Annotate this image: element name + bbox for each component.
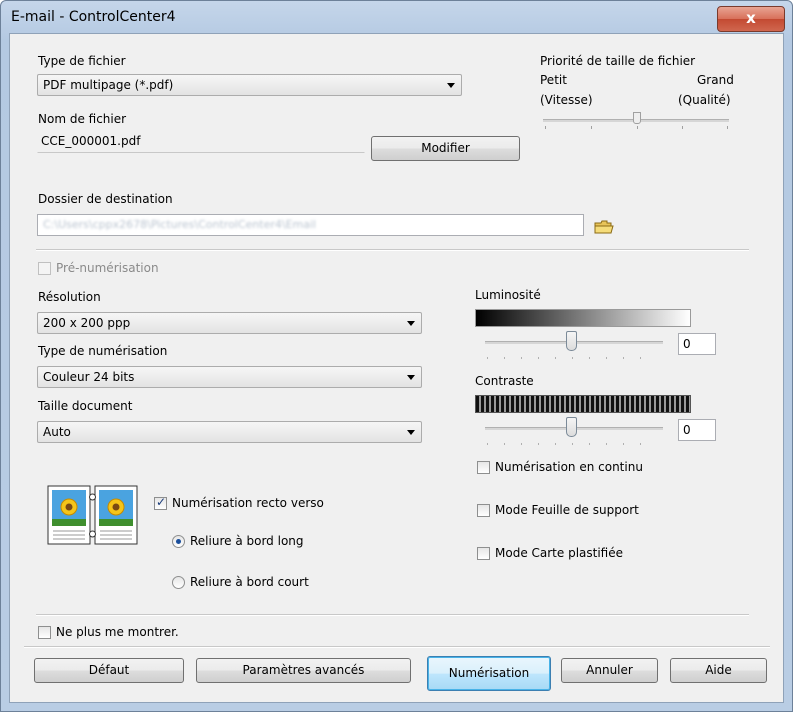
contrast-label: Contraste: [475, 374, 534, 388]
doc-size-select[interactable]: Auto: [37, 421, 422, 443]
plastic-card-checkbox[interactable]: [477, 547, 490, 560]
scan-type-value: Couleur 24 bits: [43, 370, 135, 384]
radio-selected-dot: [176, 539, 181, 544]
help-button[interactable]: Aide: [670, 658, 767, 683]
size-large-label: Grand: [697, 73, 734, 87]
continuous-label: Numérisation en continu: [495, 460, 643, 474]
file-type-label: Type de fichier: [38, 54, 126, 68]
dont-show-checkbox[interactable]: [38, 626, 51, 639]
window-title: E-mail - ControlCenter4: [11, 9, 176, 25]
scan-button[interactable]: Numérisation: [427, 656, 551, 691]
contrast-pattern: [475, 395, 691, 413]
short-edge-label: Reliure à bord court: [190, 575, 309, 589]
chevron-down-icon: [407, 375, 415, 380]
resolution-value: 200 x 200 ppp: [43, 316, 131, 330]
plastic-card-label: Mode Carte plastifiée: [495, 546, 623, 560]
brightness-ticks: [487, 357, 657, 359]
long-edge-label: Reliure à bord long: [190, 534, 304, 548]
title-bar[interactable]: E-mail - ControlCenter4 x: [1, 1, 792, 33]
tick: [727, 126, 728, 129]
size-quality-label: (Qualité): [678, 93, 731, 107]
folder-icon[interactable]: [594, 220, 614, 234]
size-small-label: Petit: [540, 73, 567, 87]
continuous-checkbox[interactable]: [477, 461, 490, 474]
carrier-sheet-checkbox[interactable]: [477, 504, 490, 517]
tick: [682, 126, 683, 129]
brightness-thumb[interactable]: [566, 331, 577, 351]
brightness-label: Luminosité: [475, 288, 541, 302]
chevron-down-icon: [407, 430, 415, 435]
dont-show-label: Ne plus me montrer.: [56, 625, 179, 639]
chevron-down-icon: [407, 321, 415, 326]
chevron-down-icon: [447, 83, 455, 88]
file-name-label: Nom de fichier: [38, 112, 127, 126]
doc-size-value: Auto: [43, 425, 71, 439]
long-edge-radio[interactable]: [172, 535, 185, 548]
scan-type-select[interactable]: Couleur 24 bits: [37, 366, 422, 388]
destination-value: C:\Users\cppx2678\Pictures\ControlCenter…: [43, 218, 317, 231]
file-name-value: CCE_000001.pdf: [41, 134, 141, 148]
separator: [36, 614, 749, 616]
resolution-label: Résolution: [38, 290, 101, 304]
duplex-checkbox[interactable]: ✓: [154, 495, 167, 510]
destination-label: Dossier de destination: [38, 192, 173, 206]
cancel-button[interactable]: Annuler: [561, 658, 658, 683]
brightness-input[interactable]: 0: [678, 333, 716, 355]
size-speed-label: (Vitesse): [540, 93, 593, 107]
prescan-checkbox[interactable]: [38, 262, 51, 275]
close-icon: x: [746, 9, 756, 27]
file-name-field: CCE_000001.pdf: [37, 131, 365, 153]
prescan-label: Pré-numérisation: [56, 261, 159, 275]
short-edge-radio[interactable]: [172, 576, 185, 589]
tick: [545, 126, 546, 129]
checkmark-icon: ✓: [156, 495, 167, 509]
duplex-label: Numérisation recto verso: [172, 496, 324, 510]
tick: [591, 126, 592, 129]
scan-type-label: Type de numérisation: [38, 344, 168, 358]
separator: [24, 646, 770, 648]
close-button[interactable]: x: [717, 6, 785, 32]
resolution-select[interactable]: 200 x 200 ppp: [37, 312, 422, 334]
contrast-thumb[interactable]: [566, 417, 577, 437]
file-type-select[interactable]: PDF multipage (*.pdf): [37, 74, 462, 96]
size-priority-thumb[interactable]: [633, 112, 641, 124]
tick: [637, 126, 638, 129]
modify-button[interactable]: Modifier: [371, 136, 520, 161]
file-type-value: PDF multipage (*.pdf): [43, 78, 174, 92]
contrast-ticks: [487, 443, 657, 445]
brightness-gradient: [475, 309, 691, 327]
duplex-book-icon: [47, 485, 138, 547]
doc-size-label: Taille document: [38, 399, 133, 413]
contrast-input[interactable]: 0: [678, 419, 716, 441]
destination-field[interactable]: C:\Users\cppx2678\Pictures\ControlCenter…: [37, 214, 584, 236]
carrier-sheet-label: Mode Feuille de support: [495, 503, 639, 517]
size-priority-label: Priorité de taille de fichier: [540, 54, 696, 68]
separator: [36, 249, 749, 251]
advanced-settings-button[interactable]: Paramètres avancés: [196, 658, 411, 683]
default-button[interactable]: Défaut: [34, 658, 184, 683]
